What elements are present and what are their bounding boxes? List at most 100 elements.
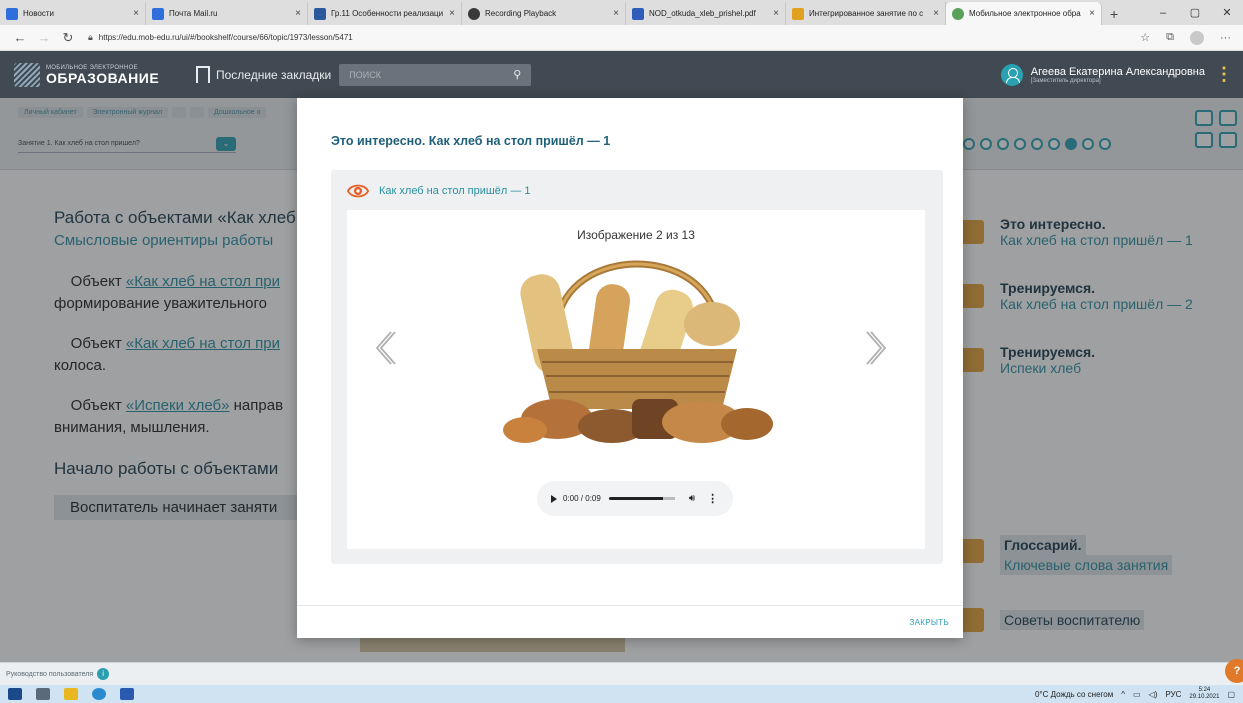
file-explorer-icon[interactable]	[64, 688, 78, 700]
more-options-icon[interactable]: ⋮	[707, 492, 718, 505]
notifications-icon[interactable]: ▢	[1227, 690, 1235, 699]
user-role: [Заместитель директора]	[1030, 77, 1101, 84]
app-footer: Руководство пользователя i	[0, 662, 1243, 685]
tab-label: Гр.11 Особенности реализаци	[331, 9, 444, 18]
os-taskbar: 0°C Дождь со снегом ^ ▭ ◁) РУС 5:24 29.1…	[0, 685, 1243, 703]
profile-icon[interactable]	[1190, 30, 1204, 45]
close-icon[interactable]: ×	[773, 8, 779, 19]
audio-time: 0:00 / 0:09	[563, 494, 601, 503]
media-card-header: Как хлеб на стол пришёл — 1	[347, 180, 531, 202]
audio-progress-slider[interactable]	[608, 497, 675, 500]
document-icon	[314, 7, 326, 20]
media-modal: Это интересно. Как хлеб на стол пришёл —…	[297, 98, 963, 638]
url-text: https://edu.mob-edu.ru/ui/#/bookshelf/co…	[98, 33, 353, 42]
browser-tab[interactable]: NOD_otkuda_xleb_prishel.pdf ×	[626, 2, 786, 25]
pdf-icon	[632, 7, 644, 20]
recording-icon	[468, 7, 480, 20]
bookmarks-label: Последние закладки	[216, 67, 332, 82]
volume-icon[interactable]: ◁)	[1149, 690, 1158, 699]
clock[interactable]: 5:24 29.10.2021	[1189, 687, 1219, 701]
tab-label: Recording Playback	[485, 9, 557, 18]
bookmark-icon	[196, 66, 210, 84]
language-indicator[interactable]: РУС	[1165, 690, 1181, 699]
favorites-icon[interactable]: ☆	[1140, 31, 1150, 44]
browser-tab[interactable]: Recording Playback ×	[462, 2, 626, 25]
tab-label: Интегрированное занятие по с	[809, 9, 924, 18]
chevron-right-icon[interactable]	[865, 328, 889, 368]
minimize-icon[interactable]: –	[1147, 7, 1179, 19]
more-icon[interactable]: ···	[1220, 32, 1231, 44]
tab-label: NOD_otkuda_xleb_prishel.pdf	[649, 9, 756, 18]
close-icon[interactable]: ×	[1089, 8, 1095, 19]
back-icon[interactable]: ←	[8, 30, 32, 45]
browser-toolbar-right: ☆ ⧉ ···	[1140, 30, 1235, 45]
app-header: МОБИЛЬНОЕ ЭЛЕКТРОННОЕ ОБРАЗОВАНИЕ Послед…	[0, 51, 1243, 98]
media-card: Как хлеб на стол пришёл — 1 Изображение …	[331, 170, 943, 564]
browser-tab-strip: Новости × Почта Mail.ru × Гр.11 Особенно…	[0, 0, 1243, 25]
system-tray: 0°C Дождь со снегом ^ ▭ ◁) РУС 5:24 29.1…	[1035, 687, 1243, 701]
close-window-icon[interactable]: ✕	[1211, 6, 1243, 19]
search-icon[interactable]: ⚲	[513, 68, 521, 81]
recent-bookmarks-button[interactable]: Последние закладки	[196, 66, 332, 84]
close-icon[interactable]: ×	[133, 8, 139, 19]
close-icon[interactable]: ×	[295, 8, 301, 19]
browser-tab[interactable]: Почта Mail.ru ×	[146, 2, 308, 25]
logo-big-text: ОБРАЗОВАНИЕ	[46, 69, 160, 86]
tab-label: Мобильное электронное обра	[969, 9, 1081, 18]
media-title: Как хлеб на стол пришёл — 1	[379, 185, 531, 197]
tab-label: Новости	[23, 9, 54, 18]
search-placeholder: ПОИСК	[349, 69, 381, 80]
menu-kebab-icon[interactable]: ⋮	[1215, 64, 1233, 85]
info-icon[interactable]: i	[97, 668, 110, 680]
browser-tab[interactable]: Интегрированное занятие по с ×	[786, 2, 946, 25]
clock-time: 5:24	[1198, 687, 1211, 693]
url-field[interactable]: 🔒︎ https://edu.mob-edu.ru/ui/#/bookshelf…	[88, 32, 1140, 43]
play-icon[interactable]	[551, 494, 557, 503]
search-input[interactable]: ПОИСК ⚲	[339, 63, 532, 86]
close-icon[interactable]: ×	[933, 8, 939, 19]
volume-icon[interactable]: 🔊︎	[689, 493, 695, 504]
task-view-icon[interactable]	[36, 688, 50, 700]
edge-browser-icon[interactable]	[92, 688, 106, 700]
restore-icon[interactable]: ▢	[1179, 6, 1211, 19]
collections-icon[interactable]: ⧉	[1166, 31, 1174, 44]
edit-icon	[792, 7, 804, 20]
help-button[interactable]: ?	[1225, 659, 1243, 683]
user-name: Агеева Екатерина Александровна	[1030, 65, 1205, 78]
browser-tab[interactable]: Гр.11 Особенности реализаци ×	[308, 2, 462, 25]
logo-mark-icon	[14, 62, 40, 87]
clock-date: 29.10.2021	[1189, 694, 1220, 700]
close-icon[interactable]: ×	[613, 8, 619, 19]
logo-text: МОБИЛЬНОЕ ЭЛЕКТРОННОЕ ОБРАЗОВАНИЕ	[46, 65, 159, 85]
user-profile[interactable]: Агеева Екатерина Александровна [Заместит…	[1000, 63, 1205, 86]
bread-basket-image	[503, 260, 773, 443]
forward-icon[interactable]: →	[32, 30, 56, 45]
network-icon[interactable]: ▭	[1133, 690, 1141, 699]
lock-icon: 🔒︎	[88, 32, 93, 42]
image-viewer: Изображение 2 из 13 0:00 / 0:09 🔊︎ ⋮	[347, 210, 925, 549]
modal-divider	[297, 605, 963, 606]
user-guide-link[interactable]: Руководство пользователя	[6, 671, 93, 678]
avatar	[1000, 63, 1023, 86]
modal-title: Это интересно. Как хлеб на стол пришёл —…	[331, 134, 611, 148]
browser-tab-active[interactable]: Мобильное электронное обра ×	[946, 2, 1102, 25]
tab-label: Почта Mail.ru	[169, 9, 218, 18]
tray-chevron-icon[interactable]: ^	[1121, 690, 1125, 699]
weather-status[interactable]: 0°C Дождь со снегом	[1035, 690, 1113, 699]
windows-start-icon[interactable]	[8, 688, 22, 700]
browser-tab[interactable]: Новости ×	[0, 2, 146, 25]
word-icon[interactable]	[120, 688, 134, 700]
address-bar: ← → ↻ 🔒︎ https://edu.mob-edu.ru/ui/#/boo…	[0, 25, 1243, 51]
eye-icon	[347, 184, 369, 198]
reload-icon[interactable]: ↻	[56, 30, 80, 46]
site-icon	[952, 7, 964, 20]
logo[interactable]: МОБИЛЬНОЕ ЭЛЕКТРОННОЕ ОБРАЗОВАНИЕ	[14, 62, 184, 87]
audio-player[interactable]: 0:00 / 0:09 🔊︎ ⋮	[537, 481, 733, 516]
image-counter: Изображение 2 из 13	[577, 228, 695, 242]
chevron-left-icon[interactable]	[373, 328, 397, 368]
new-tab-button[interactable]: +	[1102, 2, 1126, 25]
close-icon[interactable]: ×	[449, 8, 455, 19]
close-button[interactable]: ЗАКРЫТЬ	[910, 618, 949, 627]
window-controls: – ▢ ✕	[1147, 0, 1243, 25]
mail-icon	[152, 7, 164, 20]
